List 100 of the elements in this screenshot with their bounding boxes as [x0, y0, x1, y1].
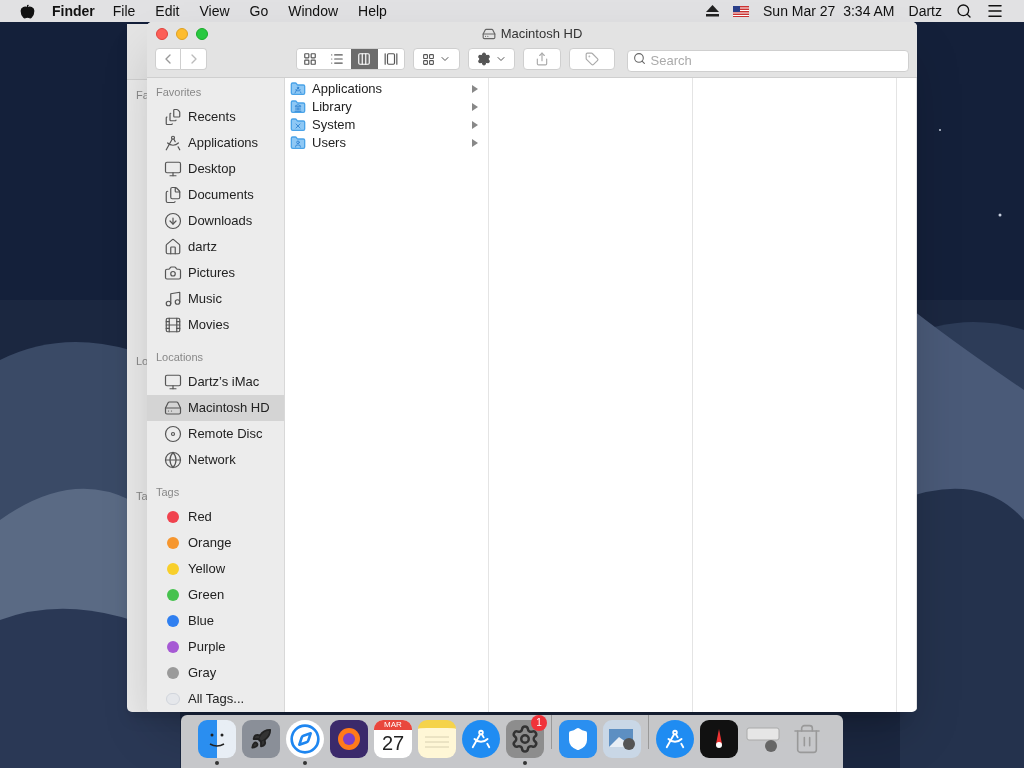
icons-view-icon: [303, 52, 318, 66]
share-icon: [534, 52, 549, 66]
hard-drive-icon: [481, 27, 496, 41]
sidebar-item[interactable]: Remote Disc: [147, 421, 284, 447]
notification-badge: 1: [531, 715, 547, 731]
sidebar-item[interactable]: Green: [147, 582, 284, 608]
sidebar-item[interactable]: Macintosh HD: [147, 395, 284, 421]
display-icon: [164, 160, 182, 178]
menu-bar-clock[interactable]: Sun Mar 27 3:34 AM: [763, 0, 895, 22]
documents-icon: [164, 186, 182, 204]
file-row[interactable]: Users: [285, 134, 488, 152]
download-icon: [164, 212, 182, 230]
app-store-icon: [656, 720, 694, 758]
users-folder-icon: [290, 135, 306, 151]
user-menu[interactable]: Dartz: [908, 0, 942, 22]
list-view-icon: [330, 52, 345, 66]
rocket-app-icon: [242, 720, 280, 758]
sidebar-item[interactable]: Downloads: [147, 208, 284, 234]
sidebar-item[interactable]: Gray: [147, 660, 284, 686]
gear-icon: [476, 52, 491, 66]
sidebar-item[interactable]: Orange: [147, 530, 284, 556]
search-icon: [632, 52, 646, 65]
photo-viewer-app-icon: [603, 720, 641, 758]
menu-item[interactable]: Edit: [155, 0, 180, 22]
apple-menu-icon[interactable]: [20, 3, 35, 19]
hard-drive-icon: [164, 399, 182, 417]
gallery-view-button[interactable]: [377, 49, 405, 69]
eject-icon[interactable]: [706, 5, 719, 17]
menu-item[interactable]: View: [199, 0, 230, 22]
file-row[interactable]: Applications: [285, 80, 488, 98]
group-button[interactable]: [413, 48, 461, 70]
computer-icon: [164, 373, 182, 391]
sidebar-item[interactable]: Documents: [147, 182, 284, 208]
sidebar-heading: Locations: [155, 350, 205, 364]
dock-item[interactable]: MAR 27: [371, 715, 415, 765]
sidebar-item[interactable]: Blue: [147, 608, 284, 634]
menu-item[interactable]: Window: [288, 0, 339, 22]
menu-item[interactable]: File: [112, 0, 136, 22]
calendar-day: 27: [381, 730, 405, 756]
flag-icon[interactable]: [733, 5, 749, 17]
finder-app-icon: [198, 720, 236, 758]
sidebar-item[interactable]: Music: [147, 286, 284, 312]
sidebar-item[interactable]: Movies: [147, 312, 284, 338]
sidebar-item[interactable]: Recents: [147, 104, 284, 130]
calendar-month: MAR: [374, 720, 412, 730]
close-button[interactable]: [156, 28, 168, 40]
menu-item[interactable]: Go: [249, 0, 269, 22]
gauge-app-icon: [700, 720, 738, 758]
running-indicator: [303, 761, 307, 765]
sidebar-item[interactable]: Network: [147, 447, 284, 473]
film-icon: [164, 316, 182, 334]
sidebar-item[interactable]: Desktop: [147, 156, 284, 182]
gear-app-icon: [506, 720, 544, 758]
sidebar-heading: Ta: [136, 489, 148, 504]
compass-app-icon: [286, 720, 324, 758]
camera-icon: [164, 264, 182, 282]
fox-app-icon: [330, 720, 368, 758]
file-row[interactable]: System: [285, 116, 488, 134]
disclosure-arrow-icon: [472, 139, 478, 147]
library-folder-icon: [290, 99, 306, 115]
grid-icon: [422, 52, 436, 66]
sidebar-item[interactable]: Red: [147, 504, 284, 530]
app-store-icon: [462, 720, 500, 758]
applications-folder-icon: [290, 81, 306, 97]
dock-item[interactable]: 1: [503, 715, 547, 765]
music-note-icon: [164, 290, 182, 308]
house-icon: [164, 238, 182, 256]
disc-icon: [164, 425, 182, 443]
app-menu[interactable]: Finder: [52, 0, 95, 22]
sidebar-item[interactable]: Applications: [147, 130, 284, 156]
shield-app-icon: [559, 720, 597, 758]
gallery-view-icon: [384, 52, 398, 66]
menu-icon[interactable]: [986, 2, 1004, 20]
sidebar-heading: Tags: [155, 485, 181, 499]
drafting-compass-icon: [164, 134, 182, 152]
list-view-button[interactable]: [323, 49, 351, 69]
disclosure-arrow-icon: [472, 85, 478, 93]
sidebar-item[interactable]: Dartz’s iMac: [147, 369, 284, 395]
sidebar-item[interactable]: Yellow: [147, 556, 284, 582]
icon-view-button[interactable]: [297, 49, 324, 69]
notepad-app-icon: [418, 720, 456, 758]
globe-icon: [164, 451, 182, 469]
file-row[interactable]: Library: [285, 98, 488, 116]
search-field[interactable]: Search: [626, 49, 909, 72]
sidebar-item[interactable]: Purple: [147, 634, 284, 660]
column-view-button[interactable]: [350, 49, 378, 69]
menu-item[interactable]: Help: [358, 0, 387, 22]
sidebar-item[interactable]: dartz: [147, 234, 284, 260]
tag-icon: [584, 52, 599, 66]
document-stack-icon: [164, 108, 182, 126]
action-button[interactable]: [468, 48, 515, 70]
sidebar-item[interactable]: Pictures: [147, 260, 284, 286]
search-icon[interactable]: [956, 3, 972, 19]
sidebar-heading: Favorites: [155, 85, 203, 99]
running-indicator: [215, 761, 219, 765]
window-title: Macintosh HD: [500, 25, 583, 44]
disclosure-arrow-icon: [472, 103, 478, 111]
system-folder-icon: [290, 117, 306, 133]
running-indicator: [523, 761, 527, 765]
sidebar-item[interactable]: All Tags...: [147, 686, 284, 712]
